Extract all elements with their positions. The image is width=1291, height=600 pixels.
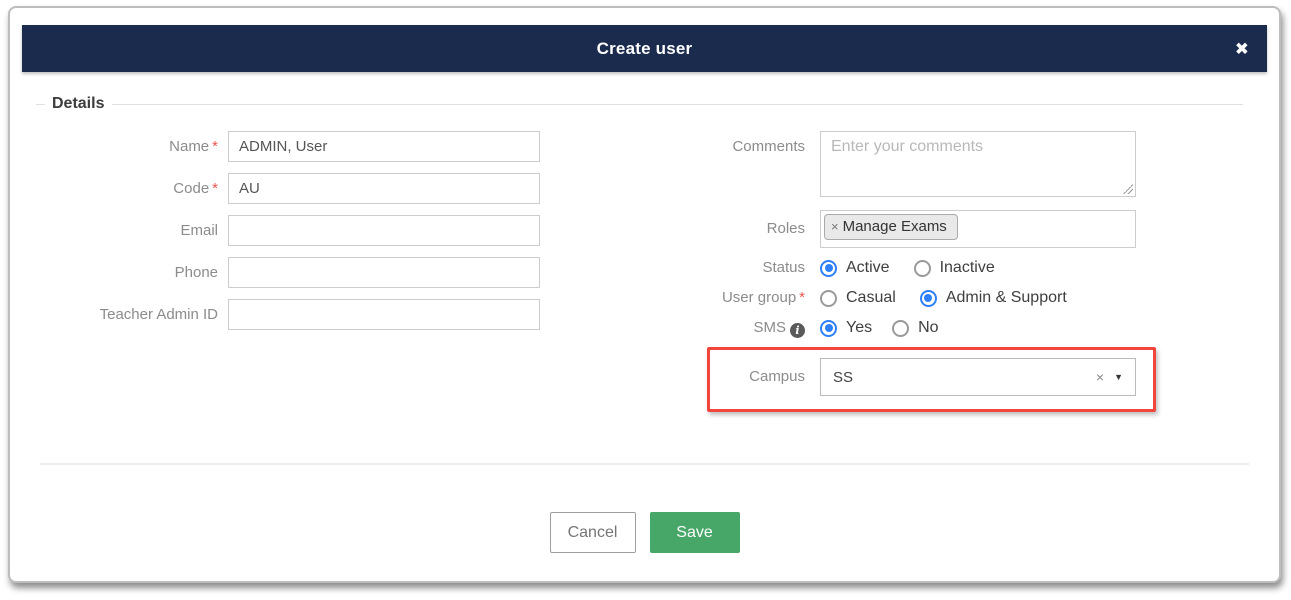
name-label: Name *	[169, 138, 218, 155]
status-radio-group: Active Inactive	[820, 256, 995, 280]
code-label: Code *	[173, 180, 218, 197]
teacher-admin-id-label: Teacher Admin ID	[99, 306, 218, 323]
details-section-legend: Details	[36, 94, 1243, 114]
chevron-down-icon[interactable]: ▼	[1114, 372, 1123, 382]
sms-radio-group: Yes No	[820, 316, 939, 340]
comments-field	[820, 131, 1136, 197]
phone-label: Phone	[174, 264, 218, 281]
legend-line	[112, 103, 1243, 105]
roles-input[interactable]: × Manage Exams	[820, 210, 1136, 248]
footer-buttons: Cancel Save	[10, 512, 1279, 553]
email-input[interactable]	[228, 215, 540, 246]
teacher-admin-id-input[interactable]	[228, 299, 540, 330]
save-button[interactable]: Save	[649, 512, 740, 553]
radio-icon[interactable]	[820, 289, 837, 307]
comments-label: Comments	[732, 138, 805, 155]
user-group-radio-group: Casual Admin & Support	[820, 286, 1067, 310]
legend-dash	[36, 103, 45, 105]
modal-header: Create user ✖	[22, 25, 1267, 72]
status-option-active[interactable]: Active	[820, 259, 890, 277]
details-legend-text: Details	[52, 95, 105, 112]
radio-icon[interactable]	[892, 319, 910, 337]
remove-tag-icon[interactable]: ×	[831, 219, 839, 234]
footer-divider	[40, 463, 1249, 465]
radio-icon[interactable]	[820, 259, 837, 277]
close-icon[interactable]: ✖	[1235, 40, 1249, 57]
user-group-option-admin-support[interactable]: Admin & Support	[919, 289, 1067, 307]
modal-title: Create user	[596, 38, 693, 58]
radio-icon[interactable]	[919, 289, 937, 307]
user-group-option-casual[interactable]: Casual	[820, 289, 896, 307]
role-tag: × Manage Exams	[824, 214, 958, 240]
info-icon[interactable]: i	[790, 323, 805, 338]
role-tag-label: Manage Exams	[842, 218, 947, 235]
name-input[interactable]	[228, 131, 540, 162]
clear-selection-icon[interactable]: ×	[1096, 369, 1104, 385]
status-option-inactive[interactable]: Inactive	[913, 259, 995, 277]
required-asterisk: *	[212, 180, 218, 197]
roles-label: Roles	[766, 220, 805, 237]
sms-option-no[interactable]: No	[892, 319, 939, 337]
create-user-modal: Create user ✖ Details Name* Code* Email …	[8, 6, 1281, 583]
email-label: Email	[180, 222, 218, 239]
code-input[interactable]	[228, 173, 540, 204]
comments-textarea[interactable]	[820, 131, 1136, 197]
phone-input[interactable]	[228, 257, 540, 288]
required-asterisk: *	[799, 289, 805, 306]
campus-select[interactable]: SS × ▼	[820, 358, 1136, 396]
radio-icon[interactable]	[820, 319, 837, 337]
cancel-button[interactable]: Cancel	[549, 512, 636, 553]
radio-icon[interactable]	[913, 259, 931, 277]
campus-label: Campus	[749, 368, 805, 385]
required-asterisk: *	[212, 138, 218, 155]
sms-option-yes[interactable]: Yes	[820, 319, 872, 337]
campus-selected-value: SS	[833, 368, 854, 386]
user-group-label: User group *	[721, 289, 805, 306]
sms-label: SMS i	[615, 316, 805, 340]
status-label: Status	[762, 259, 805, 276]
